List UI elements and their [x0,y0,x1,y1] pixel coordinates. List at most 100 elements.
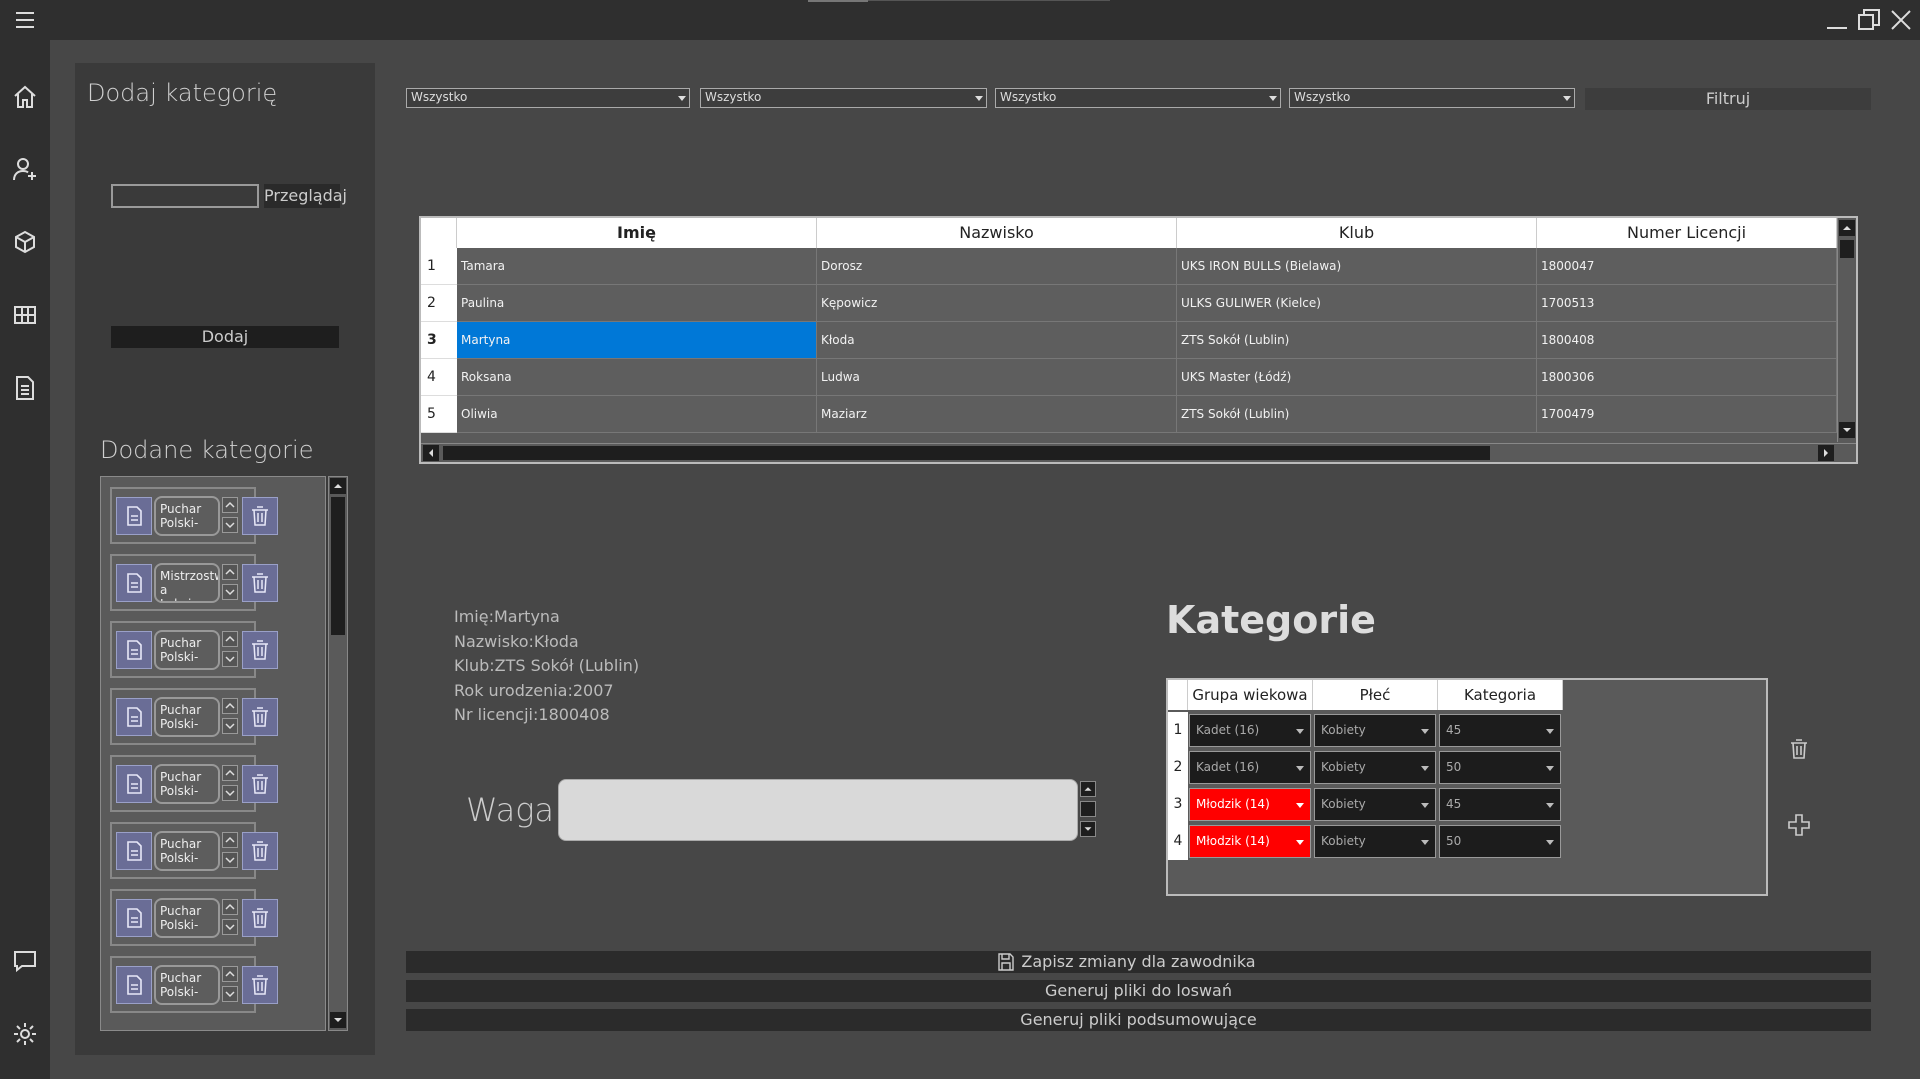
category-cat-select[interactable]: 45 [1439,788,1561,821]
column-header-age-group[interactable]: Grupa wiekowa [1188,680,1313,710]
category-order-down-button[interactable] [222,852,238,868]
category-order-up-button[interactable] [222,698,238,714]
scroll-left-button[interactable] [423,445,439,461]
column-header-category[interactable]: Kategoria [1438,680,1563,710]
row-header[interactable]: 2 [421,285,457,322]
column-header-name[interactable]: Imię [457,218,817,248]
filter-select-1[interactable]: Wszystko [406,88,690,108]
generate-summary-files-button[interactable]: Generuj pliki podsumowujące [406,1009,1871,1031]
category-order-down-button[interactable] [222,584,238,600]
save-changes-button[interactable]: Zapisz zmiany dla zawodnika [406,951,1871,973]
table-cell[interactable]: Ludwa [817,359,1177,396]
category-file-button[interactable] [116,564,152,602]
table-cell[interactable]: Oliwia [457,396,817,433]
table-cell[interactable]: Roksana [457,359,817,396]
column-header-license[interactable]: Numer Licencji [1537,218,1837,248]
home-icon[interactable] [12,84,38,110]
category-delete-button[interactable] [242,497,278,535]
table-cell[interactable]: 1700479 [1537,396,1837,433]
category-list-scrollbar[interactable] [328,476,348,1031]
category-age-select[interactable]: Młodzik (14) [1189,788,1311,821]
category-order-up-button[interactable] [222,497,238,513]
category-sex-select[interactable]: Kobiety [1314,825,1436,858]
restore-icon[interactable] [1855,6,1883,34]
category-order-down-button[interactable] [222,986,238,1002]
category-delete-button[interactable] [242,631,278,669]
table-cell[interactable]: 1800047 [1537,248,1837,285]
category-sex-select[interactable]: Kobiety [1314,714,1436,747]
scroll-down-button[interactable] [330,1012,346,1028]
category-file-button[interactable] [116,765,152,803]
category-sex-select[interactable]: Kobiety [1314,751,1436,784]
row-header[interactable]: 3 [1168,786,1188,823]
scroll-down-button[interactable] [1839,422,1855,438]
generate-draw-files-button[interactable]: Generuj pliki do loswań [406,980,1871,1002]
table-cell[interactable]: Kłoda [817,322,1177,359]
table-cell[interactable]: ZTS Sokół (Lublin) [1177,322,1537,359]
category-order-up-button[interactable] [222,832,238,848]
row-header[interactable]: 3 [421,322,457,359]
category-file-button[interactable] [116,899,152,937]
category-file-button[interactable] [116,698,152,736]
minimize-icon[interactable] [1823,6,1851,34]
add-category-plus-icon[interactable] [1786,812,1812,838]
settings-gear-icon[interactable] [12,1021,38,1047]
table-cell[interactable]: 1800306 [1537,359,1837,396]
spin-down-button[interactable] [1080,821,1096,837]
row-header[interactable]: 2 [1168,749,1188,786]
spin-up-button[interactable] [1080,781,1096,797]
cube-icon[interactable] [12,229,38,255]
table-cell[interactable]: Kępowicz [817,285,1177,322]
category-order-up-button[interactable] [222,765,238,781]
table-cell[interactable]: Tamara [457,248,817,285]
column-header-surname[interactable]: Nazwisko [817,218,1177,248]
category-delete-button[interactable] [242,899,278,937]
row-header[interactable]: 4 [421,359,457,396]
table-cell[interactable]: Paulina [457,285,817,322]
close-icon[interactable] [1887,6,1915,34]
filter-select-2[interactable]: Wszystko [700,88,987,108]
spin-middle[interactable] [1080,801,1096,817]
category-cat-select[interactable]: 50 [1439,751,1561,784]
category-sex-select[interactable]: Kobiety [1314,788,1436,821]
category-age-select[interactable]: Kadet (16) [1189,751,1311,784]
row-header[interactable]: 1 [421,248,457,285]
scroll-thumb[interactable] [331,497,345,635]
category-age-select[interactable]: Młodzik (14) [1189,825,1311,858]
table-horizontal-scrollbar[interactable] [421,443,1856,462]
document-icon[interactable] [12,375,38,401]
table-vertical-scrollbar[interactable] [1837,218,1856,442]
category-cat-select[interactable]: 45 [1439,714,1561,747]
category-order-down-button[interactable] [222,919,238,935]
category-age-select[interactable]: Kadet (16) [1189,714,1311,747]
category-order-up-button[interactable] [222,564,238,580]
category-delete-button[interactable] [242,564,278,602]
scroll-right-button[interactable] [1818,445,1834,461]
category-order-down-button[interactable] [222,718,238,734]
category-delete-button[interactable] [242,832,278,870]
category-file-button[interactable] [116,832,152,870]
filter-button[interactable]: Filtruj [1585,88,1871,110]
table-cell[interactable]: UKS Master (Łódź) [1177,359,1537,396]
category-delete-button[interactable] [242,698,278,736]
table-cell[interactable]: Dorosz [817,248,1177,285]
table-cell[interactable]: Maziarz [817,396,1177,433]
add-user-icon[interactable] [12,156,38,182]
row-header[interactable]: 1 [1168,712,1188,749]
category-order-down-button[interactable] [222,651,238,667]
category-order-up-button[interactable] [222,899,238,915]
category-order-down-button[interactable] [222,785,238,801]
filter-select-3[interactable]: Wszystko [995,88,1281,108]
category-order-up-button[interactable] [222,966,238,982]
scroll-thumb[interactable] [443,446,1490,460]
category-file-button[interactable] [116,631,152,669]
category-delete-button[interactable] [242,966,278,1004]
table-cell[interactable]: UKS IRON BULLS (Bielawa) [1177,248,1537,285]
scroll-up-button[interactable] [330,478,346,494]
table-cell[interactable]: ZTS Sokół (Lublin) [1177,396,1537,433]
scroll-up-button[interactable] [1839,220,1855,236]
file-path-input[interactable] [111,184,259,208]
filter-select-4[interactable]: Wszystko [1289,88,1575,108]
chat-icon[interactable] [12,948,38,974]
table-cell[interactable]: Martyna [457,322,817,359]
